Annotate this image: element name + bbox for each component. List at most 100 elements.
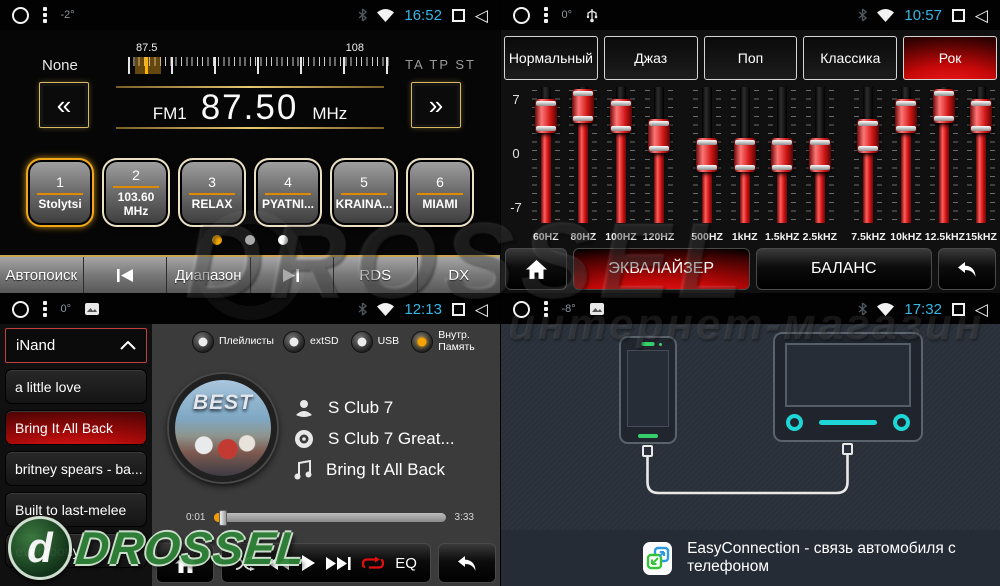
slider-handle[interactable] [734, 138, 756, 172]
return-button[interactable] [438, 543, 496, 583]
radio-preset-3[interactable]: 3 RELAX [178, 158, 246, 227]
slider-track[interactable] [777, 87, 787, 223]
preset-name: 103.60 MHz [106, 191, 166, 218]
shuffle-button[interactable] [235, 556, 257, 571]
slider-handle[interactable] [933, 89, 955, 123]
home-circle-icon[interactable] [513, 7, 530, 24]
radio-preset-1[interactable]: 1 Stolytsi [26, 158, 94, 227]
chevron-up-icon [120, 341, 136, 350]
back-icon[interactable]: ◁ [475, 301, 488, 318]
repeat-button[interactable] [361, 556, 385, 571]
slider-handle[interactable] [895, 99, 917, 133]
radio-button-icon [411, 331, 433, 353]
source-tab-extsd[interactable]: extSD [283, 331, 339, 353]
slider-handle[interactable] [610, 99, 632, 133]
slider-handle[interactable] [535, 99, 557, 133]
back-icon[interactable]: ◁ [475, 7, 488, 24]
progress-handle[interactable] [219, 510, 227, 526]
play-button[interactable] [301, 555, 315, 571]
home-circle-icon[interactable] [12, 7, 29, 24]
source-label: Внутр. Память [438, 330, 490, 353]
slider-handle[interactable] [970, 99, 992, 133]
prev-station-button[interactable] [84, 257, 168, 293]
return-button[interactable] [938, 248, 996, 290]
next-station-button[interactable] [251, 257, 335, 293]
dx-button[interactable]: DX [418, 257, 501, 293]
autosearch-button[interactable]: Автопоиск [0, 257, 84, 293]
back-icon[interactable]: ◁ [975, 7, 988, 24]
home-button[interactable] [156, 543, 214, 583]
radio-preset-4[interactable]: 4 PYATNI... [254, 158, 322, 227]
wifi-icon [377, 9, 394, 22]
radio-preset-5[interactable]: 5 KRAINA... [330, 158, 398, 227]
slider-track[interactable] [740, 87, 750, 223]
page-dot-2[interactable] [245, 235, 255, 245]
slider-track[interactable] [541, 87, 551, 223]
rds-button[interactable]: RDS [334, 257, 418, 293]
slider-track[interactable] [901, 87, 911, 223]
menu-dots-icon[interactable] [544, 7, 548, 23]
home-circle-icon[interactable] [12, 301, 29, 318]
prev-track-button[interactable] [267, 556, 290, 571]
source-tab-usb[interactable]: USB [351, 331, 400, 353]
slider-track[interactable] [939, 87, 949, 223]
source-tab-внутр-память[interactable]: Внутр. Память [411, 330, 490, 353]
recents-icon[interactable] [452, 9, 465, 22]
recents-icon[interactable] [952, 9, 965, 22]
playlist-item[interactable]: Bring It All Back [5, 410, 147, 445]
eq-preset-rock[interactable]: Рок [903, 36, 997, 80]
slider-handle[interactable] [696, 138, 718, 172]
album-art-title: BEST [175, 391, 271, 415]
playlist-item[interactable]: a little love [5, 369, 147, 404]
band-frequency-label: 1kHZ [726, 231, 764, 243]
eq-button[interactable]: EQ [395, 555, 417, 572]
slider-track[interactable] [815, 87, 825, 223]
seek-up-button[interactable]: » [411, 82, 461, 128]
home-circle-icon[interactable] [513, 301, 530, 318]
slider-handle[interactable] [572, 89, 594, 123]
eq-preset-classic[interactable]: Классика [803, 36, 897, 80]
slider-track[interactable] [616, 87, 626, 223]
recents-icon[interactable] [452, 303, 465, 316]
page-dot-1[interactable] [212, 235, 222, 245]
slider-track[interactable] [863, 87, 873, 223]
slider-ticks [645, 90, 650, 221]
seek-down-button[interactable]: « [39, 82, 89, 128]
playlist-folder-dropdown[interactable]: iNand [5, 328, 147, 363]
slider-handle[interactable] [771, 138, 793, 172]
playlist-item[interactable]: britney spears - ba... [5, 451, 147, 486]
slider-handle[interactable] [809, 138, 831, 172]
slider-track[interactable] [702, 87, 712, 223]
band-frequency-label: 15kHZ [962, 231, 1000, 243]
radio-preset-6[interactable]: 6 MIAMI [406, 158, 474, 227]
slider-track[interactable] [976, 87, 986, 223]
balance-tab-button[interactable]: БАЛАНС [756, 248, 933, 290]
easyconnection-app-icon[interactable] [643, 542, 672, 575]
slider-ticks [854, 90, 859, 221]
playlist-item[interactable]: everybody [5, 533, 147, 568]
progress-slider[interactable] [214, 513, 445, 522]
recents-icon[interactable] [952, 303, 965, 316]
source-label: Плейлисты [219, 336, 271, 348]
page-dot-3[interactable] [278, 235, 288, 245]
track-info: S Club 7 S Club 7 Great... Bring It All … [294, 392, 496, 485]
menu-dots-icon[interactable] [43, 301, 47, 317]
eq-preset-normal[interactable]: Нормальный [504, 36, 598, 80]
radio-preset-2[interactable]: 2 103.60 MHz [102, 158, 170, 227]
equalizer-tab-button[interactable]: ЭКВАЛАЙЗЕР [573, 248, 750, 290]
home-button[interactable] [505, 248, 567, 290]
slider-handle[interactable] [648, 119, 670, 153]
menu-dots-icon[interactable] [544, 301, 548, 317]
slider-handle[interactable] [857, 119, 879, 153]
temperature-label: 0° [562, 9, 573, 21]
playlist-item[interactable]: Built to last-melee [5, 492, 147, 527]
slider-track[interactable] [578, 87, 588, 223]
band-button[interactable]: Диапазон [167, 257, 251, 293]
source-tab-плейлисты[interactable]: Плейлисты [192, 331, 271, 353]
menu-dots-icon[interactable] [43, 7, 47, 23]
eq-preset-pop[interactable]: Поп [704, 36, 798, 80]
eq-preset-jazz[interactable]: Джаз [604, 36, 698, 80]
back-icon[interactable]: ◁ [975, 301, 988, 318]
slider-track[interactable] [654, 87, 664, 223]
next-track-button[interactable] [325, 556, 351, 571]
